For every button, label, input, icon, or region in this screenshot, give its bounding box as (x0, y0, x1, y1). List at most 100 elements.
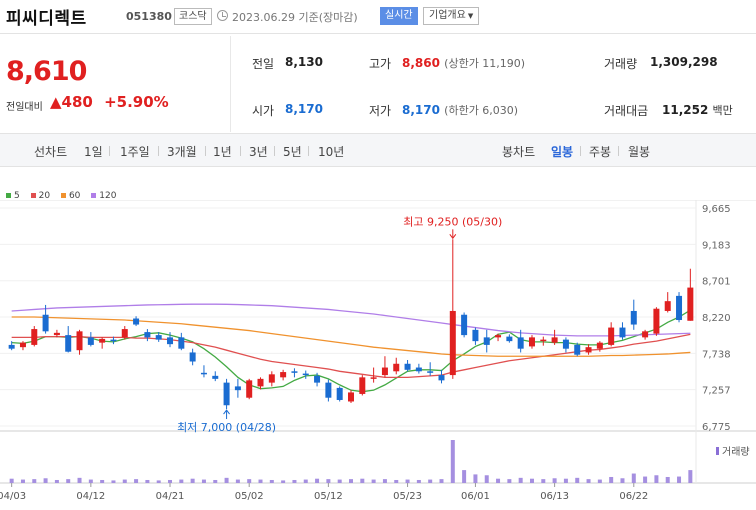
candle-body (42, 314, 49, 332)
candle-body (144, 332, 151, 338)
volume-bar (326, 479, 331, 483)
candle-body (596, 342, 603, 349)
volume-bar (20, 479, 25, 483)
volume-bar (643, 476, 648, 483)
volume-bar (541, 479, 546, 483)
period-1w[interactable]: 1주일 (120, 143, 150, 160)
separator (205, 146, 206, 156)
volume-bar (349, 479, 353, 483)
market-badge: 코스닥 (174, 8, 212, 25)
volume-label: 거래량 (604, 57, 638, 71)
candle-daily[interactable]: 일봉 (551, 143, 573, 160)
high-annotation: 최고 9,250 (05/30) (403, 215, 502, 228)
candle-body (8, 344, 15, 349)
separator (274, 146, 275, 156)
stock-name: 피씨디렉트 (6, 9, 87, 29)
x-tick-label: 06/22 (619, 491, 648, 502)
company-info-label: 기업개요 (429, 10, 466, 21)
separator (240, 146, 241, 156)
volume-bar (575, 477, 580, 483)
candle-body (212, 375, 219, 379)
volume-bar (609, 476, 614, 483)
candle-body (540, 339, 547, 342)
volume-bar (134, 479, 139, 483)
volume-bar (405, 479, 410, 483)
candle-body (415, 367, 422, 372)
legend-swatch (30, 193, 36, 198)
candle-body (110, 339, 117, 342)
volume-bar (518, 477, 523, 483)
volume-bar (43, 478, 48, 483)
line-chart-button[interactable]: 선차트 (34, 143, 67, 160)
candle-body (257, 378, 264, 387)
candle-chart-button[interactable]: 봉차트 (502, 143, 535, 160)
volume-bar (382, 479, 387, 483)
period-1d[interactable]: 1일 (84, 143, 103, 160)
high-label: 고가 (369, 57, 392, 71)
candle-body (472, 329, 479, 342)
change-row: ▲480 +5.90% (50, 93, 169, 111)
candle-body (653, 308, 660, 334)
volume-bar (247, 479, 252, 483)
volume-bar (439, 479, 444, 483)
candle-body (53, 332, 60, 336)
candle-body (676, 295, 683, 321)
company-info-button[interactable]: 기업개요 ▼ (423, 7, 480, 25)
period-10y[interactable]: 10년 (318, 143, 344, 160)
x-tick-label: 04/21 (156, 491, 185, 502)
candle-body (302, 373, 309, 376)
high-value-number: 8,860 (402, 56, 440, 70)
legend-swatch (91, 193, 97, 198)
change-amount: ▲480 (50, 93, 93, 111)
period-1y[interactable]: 1년 (213, 143, 232, 160)
volume-bar (258, 479, 263, 483)
volume-bar (111, 480, 116, 483)
candle-body (483, 337, 490, 345)
chevron-down-icon: ▼ (467, 12, 474, 20)
price-panel (0, 34, 756, 134)
candle-weekly[interactable]: 주봉 (589, 143, 611, 160)
legend-swatch (60, 193, 66, 198)
volume-label: 거래량 (722, 446, 750, 458)
candle-body (438, 375, 445, 381)
volume-bar (145, 479, 150, 483)
candle-monthly[interactable]: 월봉 (628, 143, 650, 160)
volume-bar (66, 479, 71, 483)
volume-bar (179, 479, 184, 483)
volume-bar (77, 477, 82, 483)
volume-bar (394, 479, 399, 483)
volume-bar (665, 476, 670, 483)
period-5y[interactable]: 5년 (283, 143, 302, 160)
x-tick-label: 06/01 (461, 491, 490, 502)
y-tick-label: 9,183 (702, 240, 731, 251)
datetime: 2023.06.29 기준(장마감) (232, 11, 358, 24)
candle-body (65, 335, 72, 352)
legend-swatch (6, 193, 11, 198)
separator (109, 146, 110, 156)
volume-bar (586, 479, 591, 483)
x-tick-label: 04/03 (0, 491, 26, 502)
volume-bar (281, 480, 286, 483)
candle-body (370, 377, 377, 379)
realtime-button[interactable]: 실시간 (380, 7, 418, 25)
period-3y[interactable]: 3년 (249, 143, 268, 160)
volume-bar (620, 478, 625, 483)
volume-bar (224, 477, 229, 483)
trade-value-unit: 백만 (712, 104, 733, 117)
volume-legend-swatch (716, 447, 719, 455)
candle-body (314, 375, 321, 383)
candle-body (404, 363, 411, 370)
candle-body (76, 331, 83, 351)
candle-body (268, 374, 275, 383)
trade-value-number: 11,252 (662, 103, 709, 117)
chart-toolbar: 선차트 1일 1주일 3개월 1년 3년 5년 10년 봉차트 일봉 주봉 월봉 (0, 134, 756, 167)
candle-body (528, 337, 535, 347)
candle-body (687, 287, 694, 321)
candle-body (121, 329, 128, 338)
separator (308, 146, 309, 156)
volume-bar (201, 479, 206, 483)
period-3m[interactable]: 3개월 (167, 143, 197, 160)
candle-body (234, 386, 241, 391)
low-label: 저가 (369, 104, 392, 118)
lower-limit: (하한가 6,030) (444, 104, 519, 117)
